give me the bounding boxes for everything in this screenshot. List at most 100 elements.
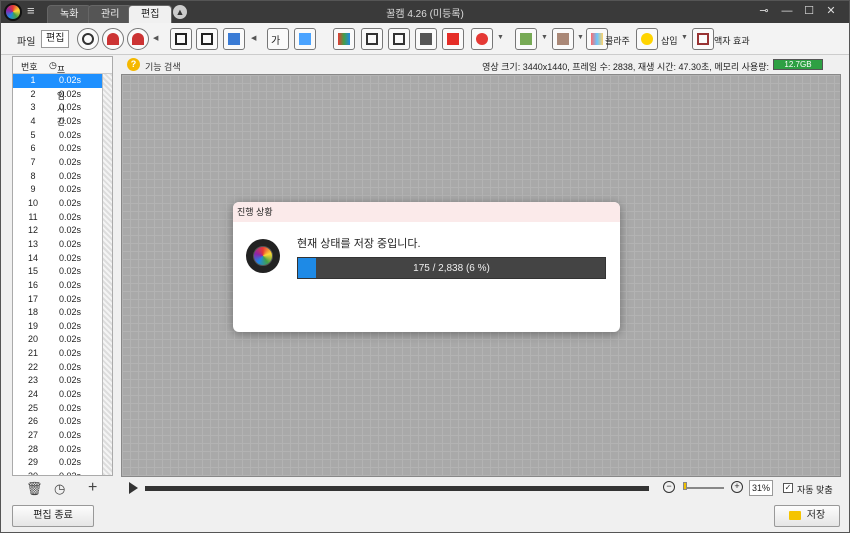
dialog-message: 현재 상태를 저장 중입니다. <box>297 238 421 250</box>
frame-row[interactable]: 8 0.02s <box>13 170 112 184</box>
frame-row[interactable]: 4 0.02s <box>13 115 112 129</box>
frame-row[interactable]: 18 0.02s <box>13 306 112 320</box>
frame-row[interactable]: 13 0.02s <box>13 238 112 252</box>
swap-icon[interactable] <box>223 28 245 50</box>
crop-start-icon[interactable] <box>170 28 192 50</box>
frame-row[interactable]: 25 0.02s <box>13 402 112 416</box>
frame-number: 3 <box>30 102 36 113</box>
frame-number: 29 <box>27 457 38 468</box>
frame-row[interactable]: 10 0.02s <box>13 197 112 211</box>
frame-time: 0.02s <box>59 402 82 413</box>
column-frame-time[interactable]: ◷ 프레임 시간 <box>49 60 65 127</box>
add-frame-icon[interactable]: + <box>88 479 97 497</box>
crop-icon[interactable] <box>361 28 383 50</box>
frame-row[interactable]: 29 0.02s <box>13 456 112 470</box>
close-button[interactable]: ✕ <box>823 3 839 19</box>
insert-label[interactable]: 삽입 <box>661 34 678 47</box>
save-progress-bar: 175 / 2,838 (6 %) <box>297 257 606 279</box>
seek-bar[interactable] <box>145 486 649 491</box>
frame-row[interactable]: 27 0.02s <box>13 429 112 443</box>
dropdown-arrow-icon[interactable]: ▼ <box>497 34 504 41</box>
file-menu[interactable]: 파일 <box>17 33 35 48</box>
frame-row[interactable]: 20 0.02s <box>13 333 112 347</box>
frame-effect-label[interactable]: 액자 효과 <box>714 34 750 47</box>
frame-row[interactable]: 24 0.02s <box>13 388 112 402</box>
frame-row[interactable]: 12 0.02s <box>13 224 112 238</box>
zoom-in-icon[interactable]: + <box>731 481 743 493</box>
key-icon[interactable]: ⊸ <box>756 3 772 19</box>
mosaic-icon[interactable] <box>552 28 574 50</box>
edit-menu-button[interactable]: 편집 <box>41 30 70 48</box>
end-edit-button[interactable]: 편집 종료 <box>12 505 94 527</box>
frame-number: 13 <box>27 238 38 249</box>
dropdown-arrow-icon-4[interactable]: ▼ <box>681 34 688 41</box>
frame-time: 0.02s <box>59 238 82 249</box>
frame-row[interactable]: 2 0.02s <box>13 88 112 102</box>
frame-row[interactable]: 23 0.02s <box>13 374 112 388</box>
color-icon[interactable] <box>333 28 355 50</box>
frame-list-scrollbar[interactable] <box>102 74 112 475</box>
feature-search-link[interactable]: 기능 검색 <box>145 60 181 73</box>
frame-row[interactable]: 16 0.02s <box>13 279 112 293</box>
resize-icon[interactable] <box>388 28 410 50</box>
save-button[interactable]: 저장 <box>774 505 840 527</box>
collage-label[interactable]: 콜라주 <box>605 34 630 47</box>
frame-time-icon[interactable]: ◷ <box>54 481 65 497</box>
frame-number: 15 <box>27 266 38 277</box>
delete-frame-icon[interactable]: 🗑 <box>26 481 43 497</box>
sticker-icon[interactable] <box>294 28 316 50</box>
play-icon[interactable] <box>129 482 138 494</box>
frame-number: 25 <box>27 402 38 413</box>
frame-row[interactable]: 14 0.02s <box>13 252 112 266</box>
magic-wand-icon[interactable] <box>515 28 537 50</box>
frame-row[interactable]: 3 0.02s <box>13 101 112 115</box>
crop-end-icon[interactable] <box>196 28 218 50</box>
speed-up-icon[interactable] <box>127 28 149 50</box>
frame-row[interactable]: 26 0.02s <box>13 415 112 429</box>
text-tool-icon[interactable]: 가 <box>267 28 289 50</box>
frame-number: 9 <box>30 184 36 195</box>
dialog-title: 진행 상황 <box>233 202 620 222</box>
help-icon[interactable]: ? <box>127 58 140 71</box>
youtube-icon[interactable] <box>442 28 464 50</box>
auto-fit-checkbox[interactable]: ✓ <box>783 483 793 493</box>
frame-number: 2 <box>30 88 36 99</box>
frame-number: 14 <box>27 252 38 263</box>
zoom-slider[interactable] <box>684 487 724 489</box>
frame-row[interactable]: 22 0.02s <box>13 361 112 375</box>
speed-down-icon[interactable] <box>102 28 124 50</box>
left-arrow-icon[interactable]: ◀ <box>153 34 158 42</box>
frame-number: 18 <box>27 307 38 318</box>
frame-row[interactable]: 30 0.02s <box>13 470 112 475</box>
frame-row[interactable]: 11 0.02s <box>13 211 112 225</box>
frame-row[interactable]: 17 0.02s <box>13 293 112 307</box>
insert-icon[interactable] <box>636 28 658 50</box>
frame-row[interactable]: 21 0.02s <box>13 347 112 361</box>
clock-icon[interactable] <box>77 28 99 50</box>
filmstrip-icon[interactable] <box>415 28 437 50</box>
zoom-out-icon[interactable]: − <box>663 481 675 493</box>
minimize-button[interactable]: — <box>779 3 795 19</box>
frame-row[interactable]: 6 0.02s <box>13 142 112 156</box>
frame-number: 5 <box>30 129 36 140</box>
dropdown-arrow-icon-3[interactable]: ▼ <box>577 34 584 41</box>
frame-row[interactable]: 7 0.02s <box>13 156 112 170</box>
left-arrow-icon-2[interactable]: ◀ <box>251 34 256 42</box>
remove-frame-icon[interactable] <box>471 28 493 50</box>
frame-time: 0.02s <box>59 129 82 140</box>
column-number[interactable]: 번호 <box>21 60 38 73</box>
frame-effect-icon[interactable] <box>692 28 714 50</box>
zoom-value[interactable]: 31% <box>749 480 773 496</box>
dropdown-arrow-icon-2[interactable]: ▼ <box>541 34 548 41</box>
frame-row[interactable]: 9 0.02s <box>13 183 112 197</box>
frame-list[interactable]: 번호 ◷ 프레임 시간 1 0.02s 2 0.02s 3 0.02s 4 0.02s 5 0.0… <box>12 56 113 476</box>
frame-row[interactable]: 19 0.02s <box>13 320 112 334</box>
frame-row[interactable]: 1 0.02s <box>13 74 112 88</box>
frame-row[interactable]: 5 0.02s <box>13 129 112 143</box>
maximize-button[interactable]: ☐ <box>801 3 817 19</box>
auto-fit-label[interactable]: 자동 맞춤 <box>797 483 833 496</box>
app-logo-icon-dialog <box>246 239 280 273</box>
zoom-slider-handle[interactable] <box>683 482 687 490</box>
frame-row[interactable]: 28 0.02s <box>13 443 112 457</box>
frame-row[interactable]: 15 0.02s <box>13 265 112 279</box>
